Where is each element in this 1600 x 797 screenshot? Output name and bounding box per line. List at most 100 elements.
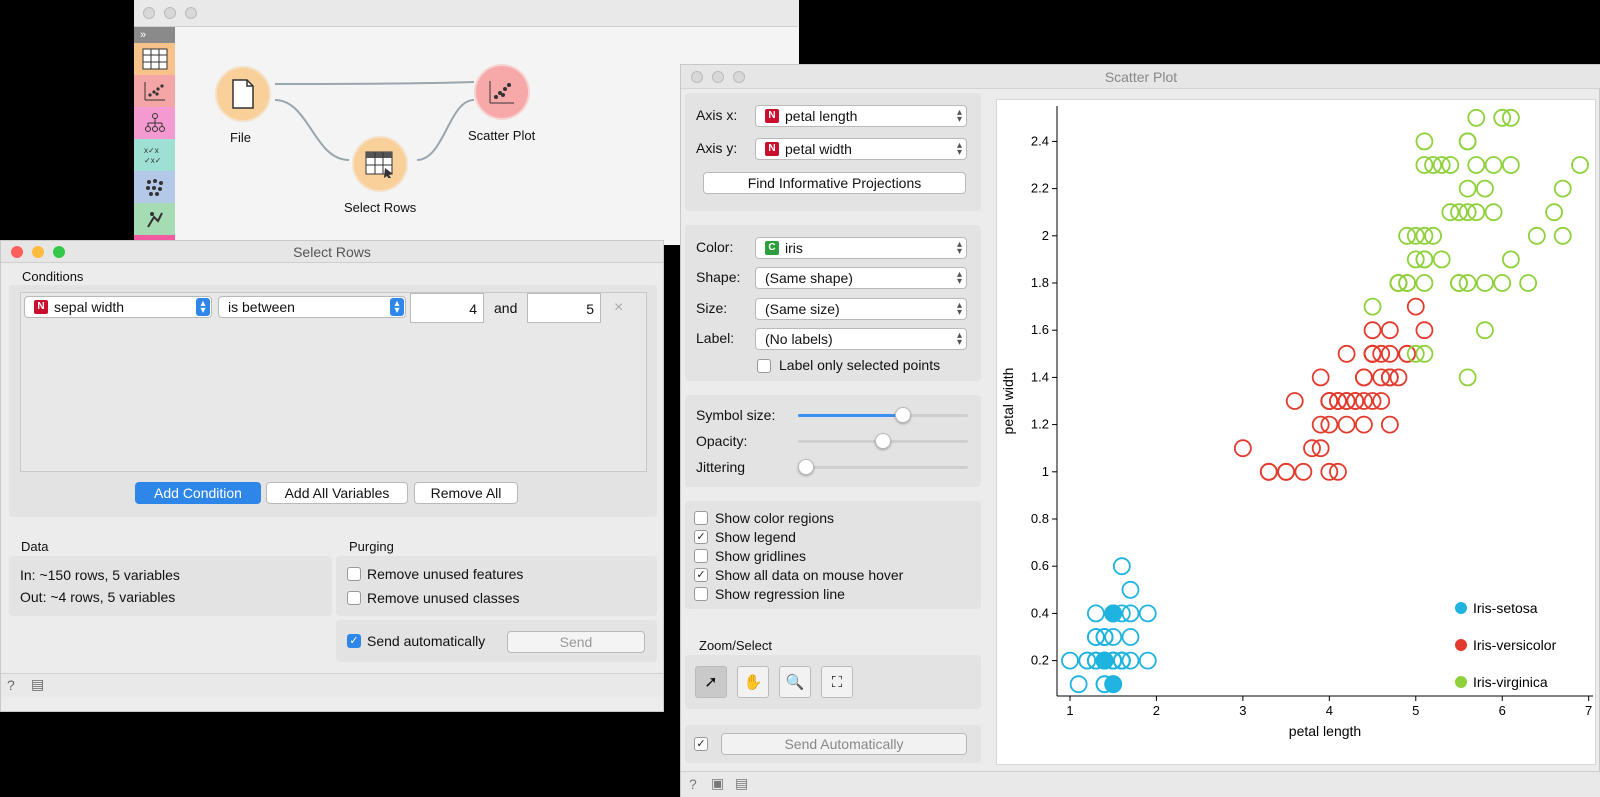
opacity-label: Opacity: [696,433,748,449]
show-legend-checkbox[interactable]: ✓ [694,530,708,544]
data-section-label: Data [21,539,49,554]
axis-x-select[interactable]: Npetal length ▴ ▾ [755,105,967,127]
scatter-chart[interactable]: 1 2 3 4 5 6 7 0.2 0.4 0.6 0.8 1 1.2 1.4 1.6 1.8 2 2.2 2.4 p… [997,100,1597,766]
remove-unused-classes-checkbox[interactable] [347,591,361,605]
data-point-iris-virginica [1493,274,1512,292]
reset-zoom-button[interactable]: ⛶ [821,666,853,698]
show-regression-checkbox[interactable] [694,587,708,601]
show-color-regions-checkbox[interactable] [694,511,708,525]
color-select[interactable]: Ciris ▴ ▾ [755,237,967,259]
send-automatically-checkbox[interactable]: ✓ [347,634,361,648]
data-point-iris-setosa [1087,604,1105,623]
help-icon[interactable]: ? [7,677,15,693]
shape-select[interactable]: (Same shape) ▴ ▾ [755,267,967,289]
jittering-slider[interactable] [798,459,814,475]
symbol-size-slider[interactable] [895,407,911,423]
legend-item: Iris-virginica [1473,674,1548,690]
data-point-iris-versicolor [1415,321,1434,340]
data-point-iris-versicolor [1355,368,1373,387]
label-value: (No labels) [765,331,833,347]
pan-tool-button[interactable]: ✋ [737,666,769,698]
find-informative-projections-button[interactable]: Find Informative Projections [703,172,966,194]
data-point-iris-versicolor [1380,415,1399,434]
data-point-iris-virginica [1527,226,1546,245]
label-selected-label: Label only selected points [779,357,941,373]
save-image-icon[interactable]: ▣ [711,775,724,792]
x-tick-label: 5 [1412,703,1419,718]
legend-marker [1455,602,1467,614]
data-point-iris-setosa [1112,557,1131,576]
scatter-plot-node[interactable] [474,64,530,120]
add-condition-button[interactable]: Add Condition [135,482,261,504]
axis-y-label: Axis y: [696,140,738,156]
send-box: ✓ Send automatically Send [336,620,657,662]
size-select[interactable]: (Same size) ▴ ▾ [755,298,967,320]
send-automatically-button[interactable]: Send Automatically [721,733,967,755]
show-gridlines-checkbox[interactable] [694,549,708,563]
window-title: Scatter Plot [1104,69,1178,85]
data-point-iris-versicolor [1355,415,1373,434]
data-point-iris-versicolor [1406,297,1425,316]
scatter-titlebar: Scatter Plot [681,65,1600,89]
report-icon[interactable]: ▤ [31,676,44,693]
plot-area[interactable]: 1 2 3 4 5 6 7 0.2 0.4 0.6 0.8 1 1.2 1.4 1.6 1.8 2 2.2 2.4 p… [996,99,1596,765]
condition-variable-select[interactable]: Nsepal width ▴ ▾ [24,296,212,318]
data-point-iris-versicolor [1337,344,1356,363]
report-icon[interactable]: ▤ [735,775,748,792]
y-tick-label: 0.6 [1031,558,1049,573]
data-point-iris-virginica [1501,250,1520,269]
send-auto-box: ✓ Send Automatically [685,725,981,763]
select-rows-node-label: Select Rows [344,200,417,215]
numeric-variable-icon: N [765,142,779,156]
status-bar: ? ▤ [1,673,663,697]
condition-value-to[interactable]: 5 [527,293,601,323]
data-point-iris-versicolor [1311,368,1330,387]
zoom-tool-button[interactable]: 🔍 [779,666,811,698]
send-automatically-label: Send automatically [367,633,486,649]
data-in-text: In: ~150 rows, 5 variables [20,567,180,583]
display-options-box: Show color regions ✓ Show legend Show gr… [685,501,981,609]
label-select[interactable]: (No labels) ▴ ▾ [755,328,967,350]
data-point-iris-virginica [1415,274,1434,292]
data-box: In: ~150 rows, 5 variables Out: ~4 rows,… [9,556,332,616]
select-rows-node[interactable] [352,136,408,192]
axis-y-select[interactable]: Npetal width ▴ ▾ [755,138,967,160]
legend-marker [1455,639,1467,651]
data-point-iris-virginica [1458,368,1477,387]
remove-all-button[interactable]: Remove All [414,482,518,504]
data-point-iris-virginica [1553,226,1572,245]
data-point-iris-virginica [1476,321,1494,340]
send-automatically-checkbox[interactable]: ✓ [694,737,708,751]
condition-operator-select[interactable]: is between ▴ ▾ [218,296,406,318]
file-node[interactable] [215,66,271,122]
add-all-variables-button[interactable]: Add All Variables [266,482,408,504]
data-point-iris-virginica [1476,274,1494,292]
file-node-label: File [230,130,251,145]
send-button[interactable]: Send [507,631,645,653]
axes-box: Axis x: Npetal length ▴ ▾ Axis y: Npetal w… [685,93,981,211]
condition-value-from[interactable]: 4 [410,293,484,323]
help-icon[interactable]: ? [689,776,697,792]
symbol-size-label: Symbol size: [696,407,776,423]
jittering-label: Jittering [696,459,746,475]
y-tick-label: 0.2 [1031,653,1049,668]
scatter-plot-window: Scatter Plot Axis x: Npetal length ▴ ▾ Axi… [680,64,1600,797]
show-gridlines-label: Show gridlines [715,548,807,564]
x-tick-label: 6 [1499,703,1506,718]
y-tick-label: 2 [1042,228,1049,243]
x-tick-label: 3 [1239,703,1246,718]
window-title: Select Rows [293,244,371,260]
remove-condition-icon[interactable]: × [614,299,623,317]
data-point-iris-virginica [1467,108,1486,127]
chevron-updown-icon: ▴ ▾ [956,107,962,125]
select-tool-button[interactable]: ➚ [695,666,727,698]
show-all-data-checkbox[interactable]: ✓ [694,568,708,582]
y-tick-label: 2.2 [1031,181,1049,196]
remove-unused-features-checkbox[interactable] [347,567,361,581]
data-point-iris-virginica [1484,203,1503,222]
chevron-updown-icon: ▴ ▾ [956,140,962,158]
opacity-slider[interactable] [875,433,891,449]
data-point-iris-versicolor [1363,321,1382,340]
label-selected-checkbox[interactable] [757,359,771,373]
data-point-iris-virginica [1501,156,1520,174]
